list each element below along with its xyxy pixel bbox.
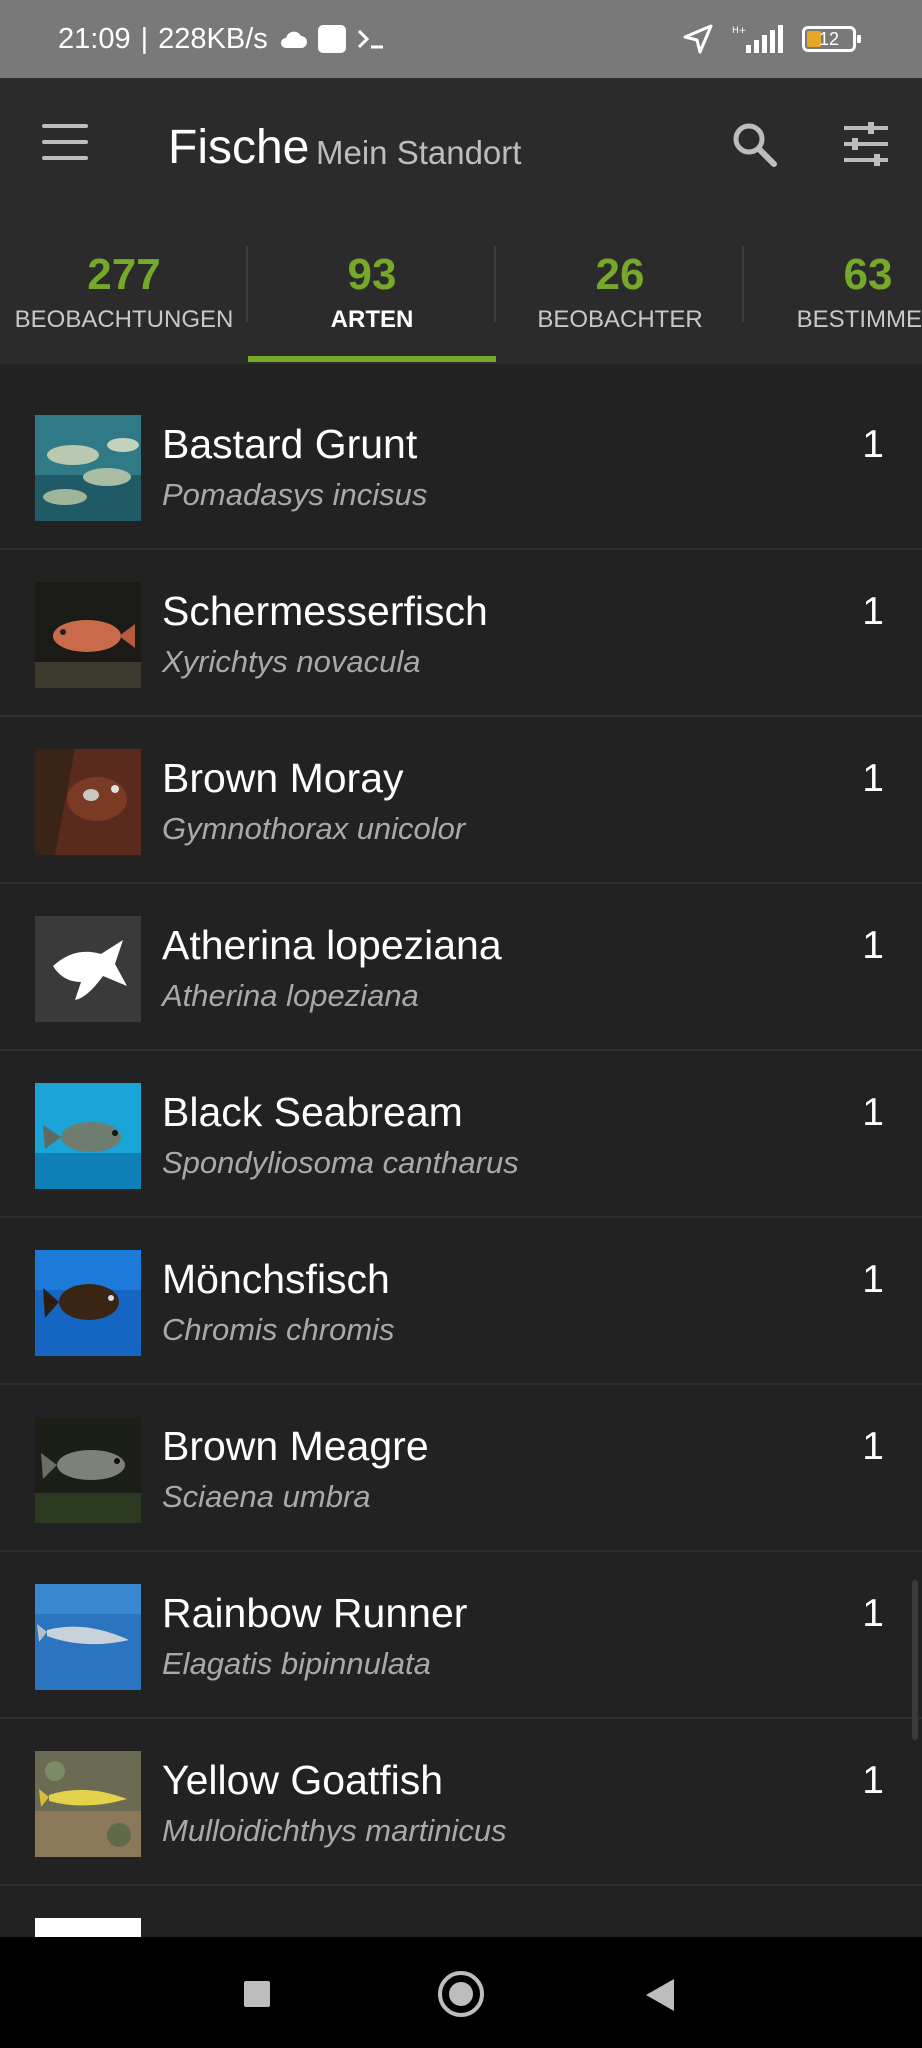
scientific-name: Elagatis bipinnulata — [162, 1646, 431, 1681]
species-photo — [35, 1250, 141, 1356]
fish-placeholder-icon — [35, 916, 141, 1022]
scrollbar[interactable] — [912, 1580, 918, 1740]
svg-text:H+: H+ — [732, 26, 746, 36]
tab-count: 63 — [843, 250, 893, 299]
tab-label: ARTEN — [330, 306, 414, 333]
scientific-name: Spondyliosoma cantharus — [162, 1145, 519, 1180]
scientific-name: Gymnothorax unicolor — [162, 811, 466, 846]
list-item[interactable]: Black Seabream Spondyliosoma cantharus 1 — [0, 1051, 922, 1218]
scientific-name: Atherina lopeziana — [162, 978, 419, 1013]
species-name: Brown Meagre — [162, 1423, 429, 1469]
species-photo — [35, 1417, 141, 1523]
scientific-name: Chromis chromis — [162, 1312, 395, 1347]
status-separator: | — [140, 22, 149, 55]
list-item[interactable]: Yellow Goatfish Mulloidichthys martinicu… — [0, 1719, 922, 1886]
filter-icon[interactable] — [840, 118, 892, 170]
scientific-name: Xyrichtys novacula — [162, 644, 421, 679]
recents-button[interactable] — [244, 1981, 270, 2007]
species-name: Mönchsfisch — [162, 1256, 390, 1302]
species-photo — [35, 1751, 141, 1857]
list-item[interactable]: Mönchsfisch Chromis chromis 1 — [0, 1218, 922, 1385]
active-tab-indicator — [248, 356, 496, 362]
tab-count: 26 — [595, 250, 645, 299]
list-item[interactable]: Schermesserfisch Xyrichtys novacula 1 — [0, 550, 922, 717]
observation-count: 1 — [862, 757, 884, 800]
tab-label: BEOBACHTUNGEN — [14, 306, 234, 333]
status-bar: 21:09 | 228KB/s H+ 12 — [0, 0, 922, 78]
location-subtitle[interactable]: Mein Standort — [316, 134, 521, 172]
list-item[interactable]: Brown Moray Gymnothorax unicolor 1 — [0, 717, 922, 884]
tab-count: 277 — [87, 250, 161, 299]
back-button[interactable] — [646, 1979, 674, 2011]
species-name: Atherina lopeziana — [162, 922, 502, 968]
list-item-partial[interactable] — [0, 1886, 922, 1937]
observation-count: 1 — [862, 1258, 884, 1301]
tab-label: BESTIMMER — [796, 306, 922, 333]
tab-observers[interactable]: 26 BEOBACHTER — [496, 214, 744, 364]
system-nav-bar — [0, 1937, 922, 2048]
status-speed: 228KB/s — [158, 22, 268, 55]
observation-count: 1 — [862, 1091, 884, 1134]
menu-icon[interactable] — [42, 124, 88, 160]
scientific-name: Sciaena umbra — [162, 1479, 371, 1514]
species-name: Bastard Grunt — [162, 421, 418, 467]
species-photo — [35, 1584, 141, 1690]
list-item[interactable]: Bastard Grunt Pomadasys incisus 1 — [0, 383, 922, 550]
observation-count: 1 — [862, 924, 884, 967]
cloud-icon — [280, 31, 307, 48]
species-name: Schermesserfisch — [162, 588, 488, 634]
species-photo — [35, 582, 141, 688]
observation-count: 1 — [862, 423, 884, 466]
observation-count: 1 — [862, 1759, 884, 1802]
species-name: Black Seabream — [162, 1089, 463, 1135]
battery-icon: 12 — [802, 26, 861, 52]
tab-count: 93 — [347, 250, 397, 299]
search-icon[interactable] — [728, 118, 780, 170]
observation-count: 1 — [862, 1592, 884, 1635]
app-bar: Fische Mein Standort — [0, 78, 922, 214]
signal-icon: H+ — [732, 25, 783, 53]
list-item[interactable]: Rainbow Runner Elagatis bipinnulata 1 — [0, 1552, 922, 1719]
tab-observations[interactable]: 277 BEOBACHTUNGEN — [0, 214, 248, 364]
location-icon — [683, 24, 713, 54]
page-title: Fische — [168, 121, 310, 174]
stats-tabs: 277 BEOBACHTUNGEN 93 ARTEN 26 BEOBACHTER… — [0, 214, 922, 364]
scientific-name: Mulloidichthys martinicus — [162, 1813, 507, 1848]
observation-count: 1 — [862, 590, 884, 633]
tab-species[interactable]: 93 ARTEN — [248, 214, 496, 364]
home-button[interactable] — [438, 1971, 484, 2017]
species-name: Yellow Goatfish — [162, 1757, 444, 1803]
scientific-name: Pomadasys incisus — [162, 477, 428, 512]
tab-identifiers[interactable]: 63 BESTIMMER — [744, 214, 922, 364]
tab-label: BEOBACHTER — [537, 306, 703, 333]
battery-level: 12 — [818, 28, 840, 49]
species-photo — [35, 749, 141, 855]
terminal-icon — [357, 29, 383, 49]
status-time: 21:09 — [58, 22, 131, 55]
species-list[interactable]: Bastard Grunt Pomadasys incisus 1 Scherm… — [0, 383, 922, 1937]
notification-app-icon — [317, 25, 346, 53]
species-photo — [35, 1918, 141, 1937]
species-name: Brown Moray — [162, 755, 404, 801]
list-item[interactable]: Brown Meagre Sciaena umbra 1 — [0, 1385, 922, 1552]
observation-count: 1 — [862, 1425, 884, 1468]
species-photo — [35, 1083, 141, 1189]
species-name: Rainbow Runner — [162, 1590, 468, 1636]
species-photo — [35, 415, 141, 521]
list-item[interactable]: Atherina lopeziana Atherina lopeziana 1 — [0, 884, 922, 1051]
